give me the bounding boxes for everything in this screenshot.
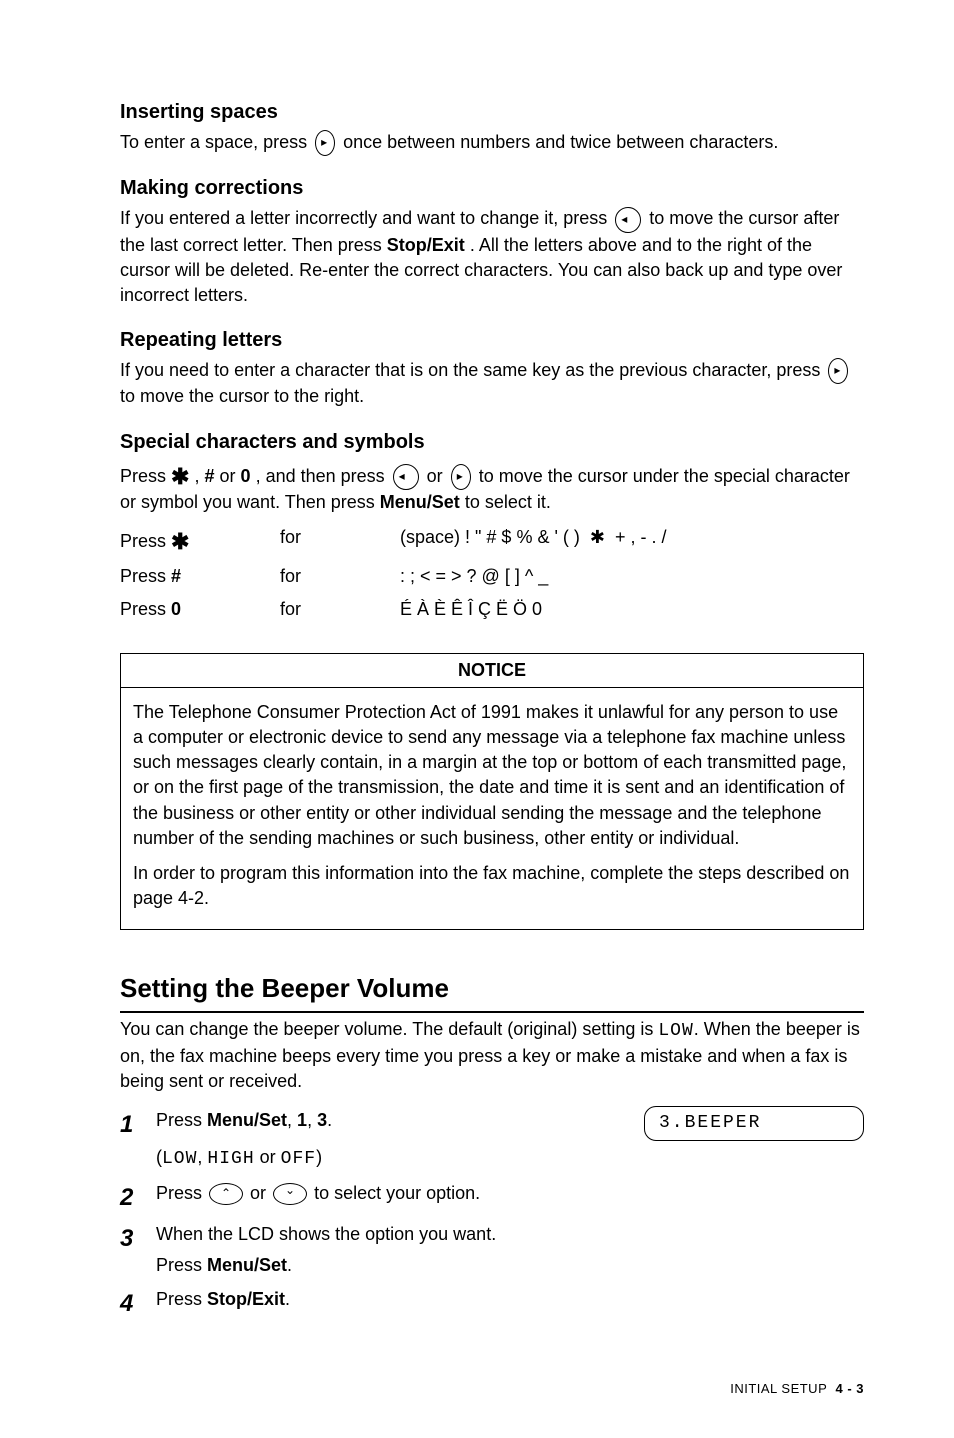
- notice-para-2: In order to program this information int…: [133, 861, 851, 911]
- text: To enter a space, press: [120, 132, 312, 152]
- text: to select your option.: [314, 1183, 480, 1203]
- text: once between numbers and twice between c…: [343, 132, 778, 152]
- text: ,: [197, 1147, 207, 1167]
- right-arrow-icon: [451, 464, 471, 490]
- para-repeating-letters: If you need to enter a character that is…: [120, 358, 864, 409]
- notice-box: NOTICE The Telephone Consumer Protection…: [120, 653, 864, 931]
- lcd-display: 3.BEEPER: [644, 1106, 864, 1141]
- text: ): [316, 1147, 322, 1167]
- step-row: 4 Press Stop/Exit.: [120, 1287, 864, 1321]
- text: or: [427, 466, 448, 486]
- step-body: Press Stop/Exit.: [156, 1287, 864, 1312]
- para-making-corrections: If you entered a letter incorrectly and …: [120, 206, 864, 308]
- table-cell: : ; < = > ? @ [ ] ^ _: [400, 564, 864, 589]
- table-cell: for: [280, 525, 400, 556]
- step-body: When the LCD shows the option you want. …: [156, 1222, 864, 1278]
- hash-key: #: [204, 466, 214, 486]
- table-cell: Press #: [120, 564, 280, 589]
- heading-special-chars: Special characters and symbols: [120, 428, 864, 456]
- page-footer: INITIAL SETUP 4 - 3: [120, 1380, 864, 1398]
- down-arrow-icon: [273, 1183, 307, 1205]
- symbol-table: Press ✱ for (space) ! " # $ % & ' ( ) ✱ …: [120, 525, 864, 622]
- star-key-icon: ✱: [171, 462, 189, 493]
- para-inserting-spaces: To enter a space, press once between num…: [120, 130, 864, 156]
- heading-repeating-letters: Repeating letters: [120, 326, 864, 354]
- menu-set-label: Menu/Set: [380, 492, 460, 512]
- up-arrow-icon: [209, 1183, 243, 1205]
- table-cell: for: [280, 564, 400, 589]
- right-arrow-icon: [828, 358, 848, 384]
- step-number: 1: [120, 1108, 142, 1142]
- heading-inserting-spaces: Inserting spaces: [120, 98, 864, 126]
- text: If you entered a letter incorrectly and …: [120, 208, 612, 228]
- step-body: Press Menu/Set, 1, 3. 3.BEEPER (LOW, HIG…: [156, 1108, 864, 1172]
- step-body: Press or to select your option.: [156, 1181, 864, 1206]
- table-cell: Press ✱: [120, 525, 280, 556]
- table-cell: Press 0: [120, 597, 280, 622]
- text: .: [285, 1289, 290, 1309]
- mono-text: HIGH: [207, 1149, 254, 1169]
- footer-label: INITIAL SETUP: [730, 1381, 827, 1396]
- notice-title: NOTICE: [121, 654, 863, 688]
- text: You can change the beeper volume. The de…: [120, 1019, 658, 1039]
- step-row: 2 Press or to select your option.: [120, 1181, 864, 1215]
- para-special-chars: Press ✱ , # or 0 , and then press or to …: [120, 460, 864, 516]
- step-row: 1 Press Menu/Set, 1, 3. 3.BEEPER (LOW, H…: [120, 1108, 864, 1172]
- mono-text: OFF: [281, 1149, 316, 1169]
- text: to select it.: [465, 492, 551, 512]
- text: When the LCD shows the option you want.: [156, 1224, 496, 1244]
- table-cell: for: [280, 597, 400, 622]
- notice-body: The Telephone Consumer Protection Act of…: [121, 688, 863, 930]
- text: ,: [194, 466, 204, 486]
- mono-text: LOW: [162, 1149, 197, 1169]
- text: Press: [156, 1110, 207, 1130]
- text: .: [287, 1255, 292, 1275]
- text: Press: [120, 466, 171, 486]
- text: or: [220, 466, 241, 486]
- right-arrow-icon: [315, 130, 335, 156]
- mono-text: LOW: [658, 1021, 693, 1041]
- text: to move the cursor to the right.: [120, 386, 364, 406]
- text: Press: [156, 1289, 207, 1309]
- step-row: 3 When the LCD shows the option you want…: [120, 1222, 864, 1278]
- step-number: 3: [120, 1222, 142, 1256]
- star-key-icon: ✱: [171, 527, 189, 558]
- text: .: [327, 1110, 332, 1130]
- text: ,: [287, 1110, 297, 1130]
- zero-key: 0: [241, 466, 251, 486]
- text: , and then press: [256, 466, 390, 486]
- para-beeper-intro: You can change the beeper volume. The de…: [120, 1017, 864, 1095]
- text: ,: [307, 1110, 317, 1130]
- menu-set-label: Menu/Set: [207, 1255, 287, 1275]
- stop-exit-label: Stop/Exit: [207, 1289, 285, 1309]
- step-number: 2: [120, 1181, 142, 1215]
- text: Press: [156, 1183, 207, 1203]
- table-cell: É À È Ê Î Ç Ë Ö 0: [400, 597, 864, 622]
- left-arrow-icon: [615, 207, 641, 233]
- heading-making-corrections: Making corrections: [120, 174, 864, 202]
- notice-para-1: The Telephone Consumer Protection Act of…: [133, 700, 851, 851]
- text: If you need to enter a character that is…: [120, 360, 825, 380]
- text: or: [250, 1183, 271, 1203]
- footer-page: 4 - 3: [835, 1381, 864, 1396]
- menu-set-label: Menu/Set: [207, 1110, 287, 1130]
- heading-beeper-volume: Setting the Beeper Volume: [120, 970, 864, 1012]
- stop-exit-label: Stop/Exit: [387, 235, 465, 255]
- text: Press: [156, 1255, 207, 1275]
- step-list: 1 Press Menu/Set, 1, 3. 3.BEEPER (LOW, H…: [120, 1108, 864, 1320]
- text: or: [255, 1147, 281, 1167]
- step-number: 4: [120, 1287, 142, 1321]
- key-3: 3: [317, 1110, 327, 1130]
- table-cell: (space) ! " # $ % & ' ( ) ✱ + , - . /: [400, 525, 864, 556]
- left-arrow-icon: [393, 464, 419, 490]
- key-1: 1: [297, 1110, 307, 1130]
